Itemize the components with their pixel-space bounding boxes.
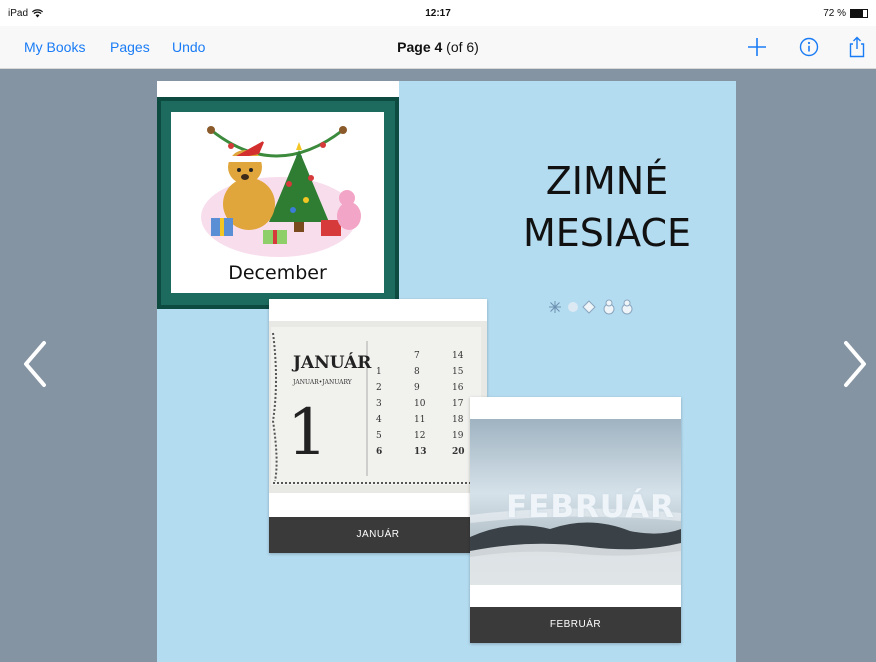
calendar-day: 8 — [414, 367, 420, 377]
calendar-day: 11 — [414, 415, 426, 425]
snowflakes-decoration-icon — [549, 299, 633, 315]
calendar-day: 17 — [452, 399, 464, 409]
calendar-day: 14 — [452, 351, 464, 361]
plus-icon[interactable] — [745, 35, 769, 59]
page-number: Page 4 — [397, 39, 443, 55]
january-calendar-photo: JANUÁR JANUAR•JANUARY 1 1 2 3 4 5 6 7 8 9 10 11 12 1… — [269, 321, 487, 493]
calendar-month: JANUÁR — [293, 353, 372, 373]
page-title[interactable]: ZIMNÉ MESIACE — [497, 155, 717, 259]
calendar-day: 16 — [452, 383, 464, 393]
calendar-day: 15 — [452, 367, 464, 377]
calendar-day: 19 — [452, 431, 464, 441]
book-page: December ZIMNÉ MESIACE JANUÁR JANUAR•JAN… — [157, 81, 736, 662]
next-page-arrow-icon[interactable] — [840, 339, 870, 389]
page-title-line1: ZIMNÉ — [545, 159, 669, 203]
january-label: JANUÁR — [269, 517, 487, 553]
calendar-day: 1 — [376, 367, 382, 377]
page-title-line2: MESIACE — [523, 211, 691, 255]
status-time: 12:17 — [425, 8, 451, 19]
calendar-day: 12 — [414, 431, 426, 441]
february-photo-card[interactable]: FEBRUÁR FEBRUÁR — [470, 397, 681, 643]
battery-fill — [851, 10, 863, 17]
calendar-day: 2 — [376, 383, 382, 393]
calendar-day: 6 — [376, 447, 383, 457]
calendar-day: 7 — [414, 351, 420, 361]
page-count: (of 6) — [442, 39, 479, 55]
nav-bar: My Books Pages Undo Page 4 (of 6) — [0, 26, 876, 69]
info-icon[interactable] — [797, 35, 821, 59]
calendar-day: 20 — [452, 447, 465, 457]
share-icon[interactable] — [845, 35, 869, 59]
christmas-bear-illustration — [201, 126, 361, 257]
february-photo-text: FEBRUÁR — [506, 489, 675, 525]
december-caption: December — [228, 262, 327, 284]
calendar-day: 5 — [376, 431, 382, 441]
book-stage: December ZIMNÉ MESIACE JANUÁR JANUAR•JAN… — [0, 69, 876, 662]
december-picture: December — [171, 112, 384, 293]
page-top-strip — [157, 81, 399, 97]
battery-icon — [850, 9, 868, 18]
battery-percent: 72 % — [823, 8, 846, 19]
calendar-day: 13 — [414, 447, 427, 457]
status-right: 72 % — [823, 8, 868, 19]
calendar-day: 18 — [452, 415, 464, 425]
calendar-subtitle: JANUAR•JANUARY — [293, 379, 352, 386]
calendar-big-number: 1 — [287, 396, 328, 470]
february-label: FEBRUÁR — [470, 607, 681, 643]
calendar-day: 10 — [414, 399, 426, 409]
calendar-day: 4 — [376, 415, 382, 425]
january-photo-card[interactable]: JANUÁR JANUAR•JANUARY 1 1 2 3 4 5 6 7 8 9 10 11 12 1… — [269, 299, 487, 553]
calendar-day: 9 — [414, 383, 420, 393]
february-photo: FEBRUÁR — [470, 419, 681, 585]
previous-page-arrow-icon[interactable] — [20, 339, 50, 389]
status-bar: iPad 12:17 72 % — [0, 0, 876, 26]
calendar-day: 3 — [376, 399, 382, 409]
december-picture-frame[interactable]: December — [157, 97, 399, 309]
